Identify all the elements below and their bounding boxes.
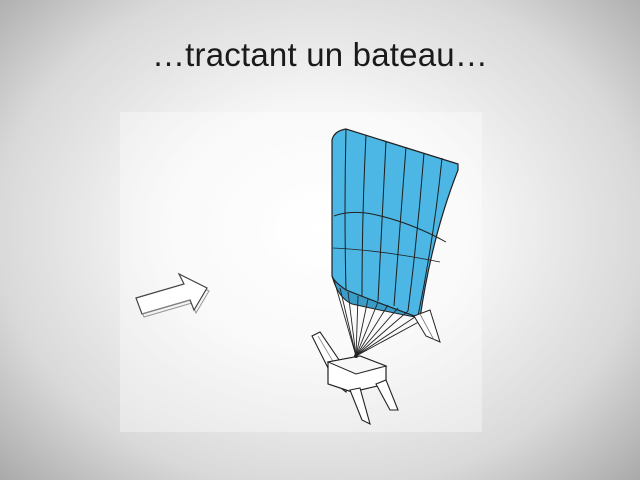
slide: …tractant un bateau…	[0, 0, 640, 480]
kite-boat-illustration	[120, 112, 482, 432]
